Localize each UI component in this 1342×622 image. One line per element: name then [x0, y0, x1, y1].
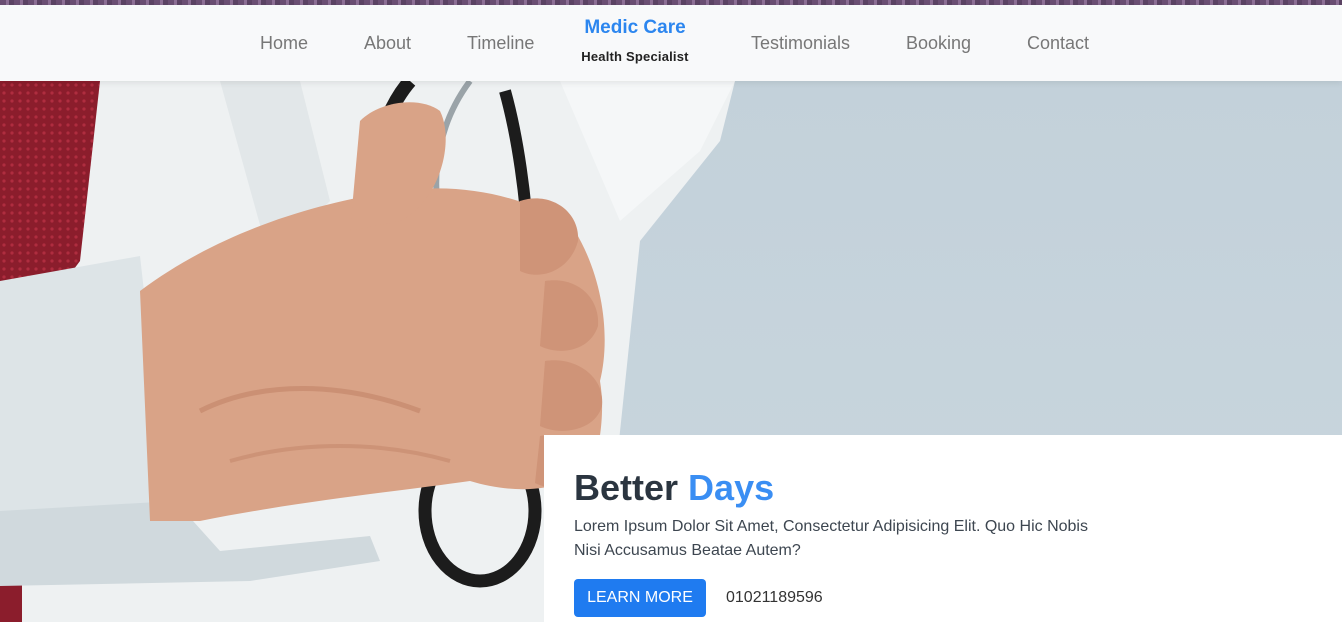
nav-timeline[interactable]: Timeline	[467, 33, 534, 54]
brand-subtitle: Health Specialist	[581, 49, 689, 64]
learn-more-button[interactable]: LEARN MORE	[574, 579, 706, 617]
hero-heading-accent: Days	[688, 467, 775, 508]
hero-heading-main: Better	[574, 467, 679, 508]
brand-logo[interactable]: Medic Care Health Specialist	[550, 17, 720, 64]
hero-content-card: Better Days Lorem Ipsum Dolor Sit Amet, …	[544, 435, 1342, 622]
navbar: Home About Timeline Medic Care Health Sp…	[0, 5, 1342, 81]
nav-about[interactable]: About	[364, 33, 411, 54]
phone-number: 01021189596	[726, 589, 823, 606]
nav-home[interactable]: Home	[260, 33, 308, 54]
hero-section: Better Days Lorem Ipsum Dolor Sit Amet, …	[0, 81, 1342, 622]
nav-booking[interactable]: Booking	[906, 33, 971, 54]
hero-heading: Better Days	[574, 467, 774, 509]
nav-testimonials[interactable]: Testimonials	[751, 33, 850, 54]
nav-contact[interactable]: Contact	[1027, 33, 1089, 54]
hero-description: Lorem Ipsum Dolor Sit Amet, Consectetur …	[574, 518, 1088, 559]
brand-title: Medic Care	[584, 17, 686, 38]
